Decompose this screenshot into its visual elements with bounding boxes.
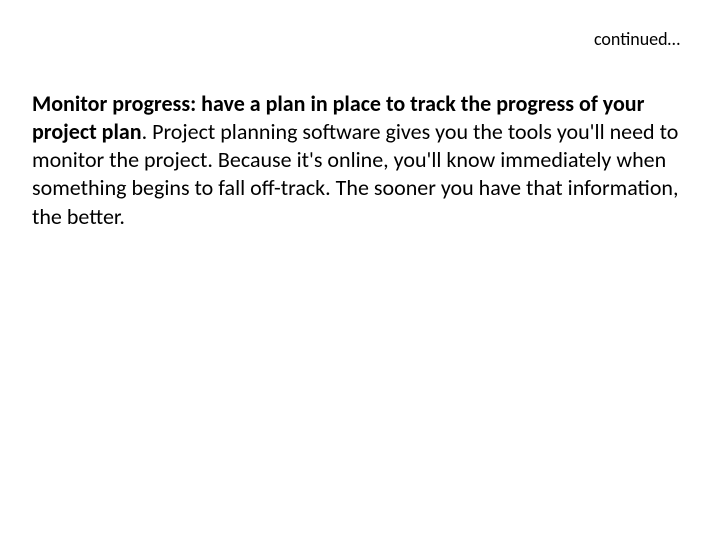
continued-marker: continued… xyxy=(594,28,680,50)
body-paragraph: Monitor progress: have a plan in place t… xyxy=(32,90,680,231)
continued-text: continued… xyxy=(594,28,680,50)
